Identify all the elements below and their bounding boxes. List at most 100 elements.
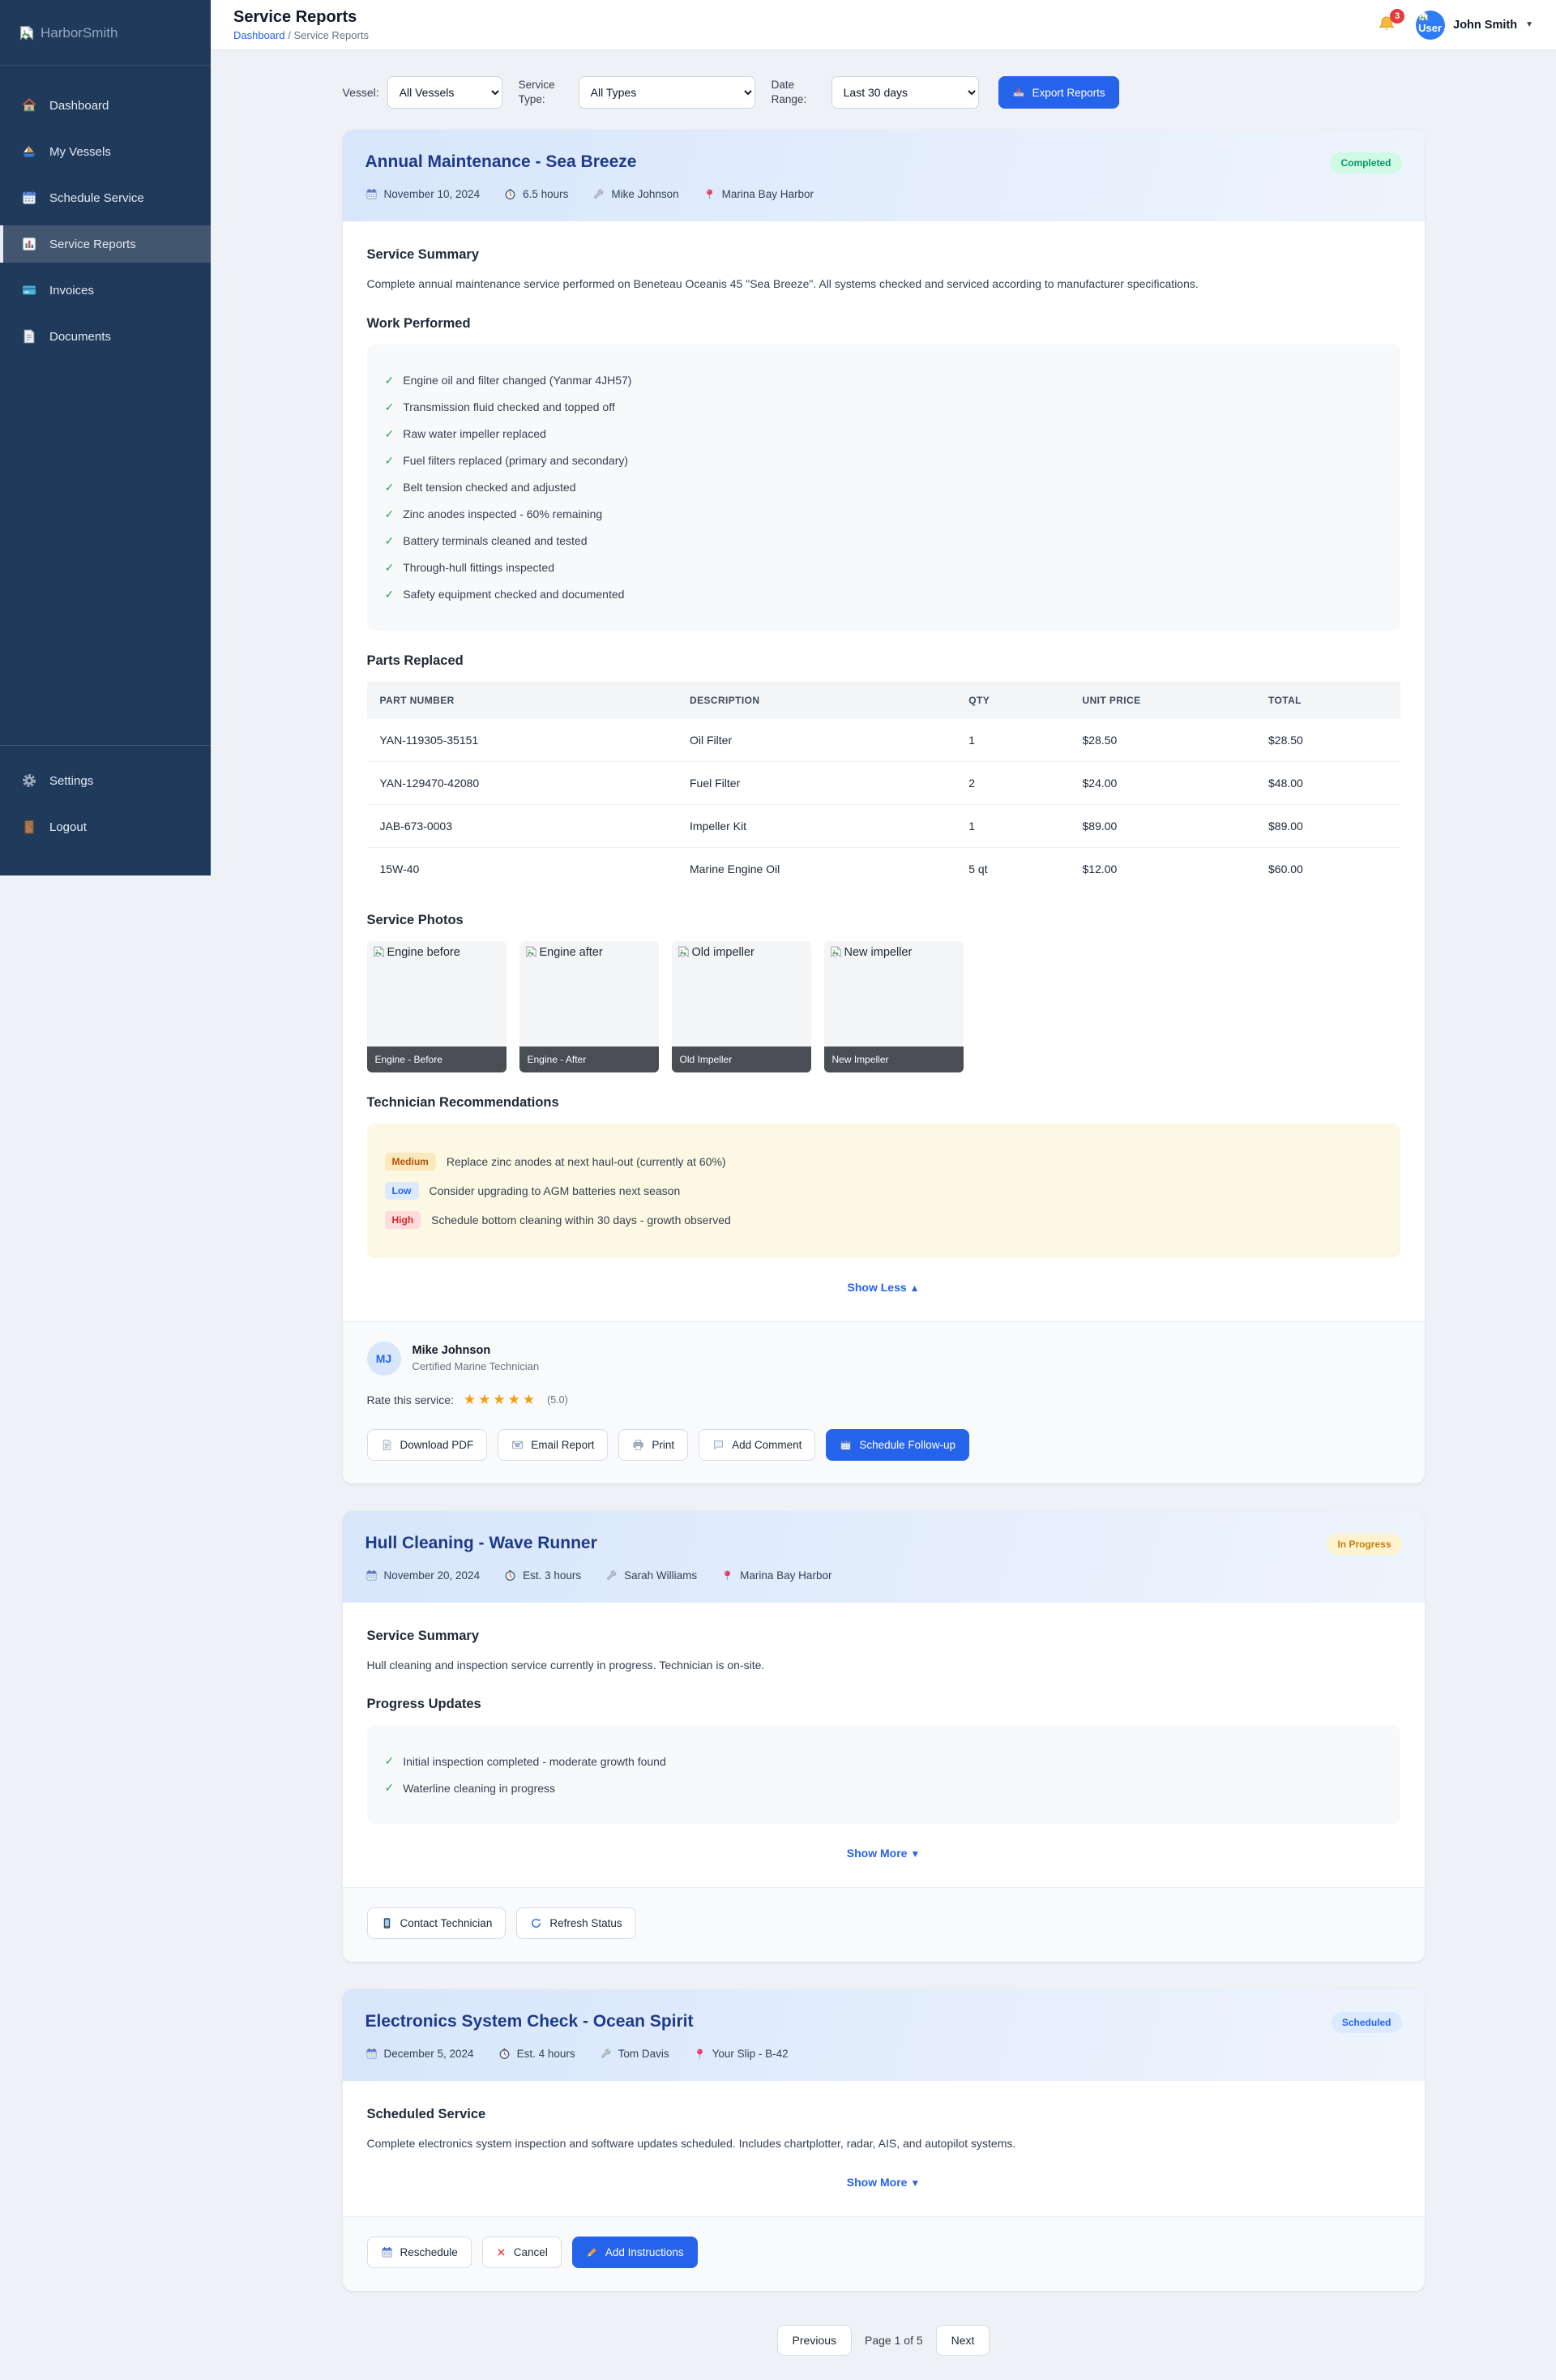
show-more-link[interactable]: Show More ▼	[367, 1847, 1400, 1860]
refresh-status-button[interactable]: Refresh Status	[516, 1907, 635, 1939]
download-pdf-button[interactable]: Download PDF	[367, 1429, 488, 1461]
calendar-icon	[21, 190, 37, 206]
sidebar-item-label: Service Reports	[49, 238, 136, 251]
sidebar-item-my-vessels[interactable]: My Vessels	[0, 133, 211, 170]
previous-page-button[interactable]: Previous	[777, 2325, 852, 2356]
check-icon: ✓	[385, 374, 395, 387]
sidebar-item-label: Schedule Service	[49, 191, 144, 205]
calendar-icon	[840, 1439, 852, 1451]
triangle-up-icon: ▲	[910, 1282, 920, 1294]
contact-technician-button[interactable]: Contact Technician	[367, 1907, 507, 1939]
add-instructions-button[interactable]: Add Instructions	[572, 2237, 698, 2268]
sidebar-item-documents[interactable]: Documents	[0, 318, 211, 355]
show-more-link[interactable]: Show More ▼	[367, 2176, 1400, 2189]
recommendation-text: Replace zinc anodes at next haul-out (cu…	[447, 1155, 726, 1168]
wrench-icon	[600, 2048, 612, 2060]
report-duration: Est. 3 hours	[523, 1569, 581, 1582]
report-body: Service Summary Complete annual maintena…	[343, 221, 1425, 1321]
report-header: Electronics System Check - Ocean Spirit …	[343, 1989, 1425, 2081]
report-card-electronics-check: Electronics System Check - Ocean Spirit …	[343, 1989, 1425, 2291]
comment-icon	[712, 1439, 725, 1451]
sidebar-item-invoices[interactable]: Invoices	[0, 272, 211, 309]
header-right: 3 User John Smith ▼	[1377, 11, 1533, 40]
service-type-filter-label: Service Type:	[519, 78, 571, 107]
service-type-select[interactable]: All Types	[579, 76, 755, 109]
unit-price-cell: $28.50	[1070, 719, 1256, 762]
table-row: 15W-40 Marine Engine Oil 5 qt $12.00 $60…	[367, 847, 1400, 890]
gear-icon	[21, 773, 37, 789]
service-photo[interactable]: Engine after Engine - After	[519, 941, 659, 1072]
add-comment-button[interactable]: Add Comment	[699, 1429, 815, 1461]
sidebar-item-logout[interactable]: Logout	[0, 808, 211, 845]
stopwatch-icon	[504, 188, 516, 200]
action-buttons: Download PDF Email Report Print Add Comm…	[367, 1429, 1400, 1461]
status-badge: Completed	[1330, 152, 1401, 173]
date-range-select[interactable]: Last 30 days	[831, 76, 979, 109]
service-summary-text: Hull cleaning and inspection service cur…	[367, 1657, 1400, 1675]
star-rating[interactable]: ★★★★★	[464, 1392, 537, 1408]
unit-price-cell: $24.00	[1070, 761, 1256, 804]
document-icon	[21, 328, 37, 345]
service-photo[interactable]: Engine before Engine - Before	[367, 941, 507, 1072]
show-less-link[interactable]: Show Less ▲	[367, 1281, 1400, 1294]
user-name: John Smith	[1453, 19, 1517, 32]
technician-info: MJ Mike Johnson Certified Marine Technic…	[367, 1342, 1400, 1376]
rating-row: Rate this service: ★★★★★ (5.0)	[367, 1392, 1400, 1408]
broken-photo: Old impeller	[672, 941, 811, 1047]
email-report-button[interactable]: Email Report	[498, 1429, 608, 1461]
schedule-follow-up-button[interactable]: Schedule Follow-up	[826, 1429, 969, 1461]
report-footer: Reschedule Cancel Add Instructions	[343, 2216, 1425, 2291]
action-buttons: Contact Technician Refresh Status	[367, 1907, 1400, 1939]
progress-item: ✓Waterline cleaning in progress	[385, 1781, 1383, 1795]
calendar-icon	[381, 2246, 393, 2258]
work-item: ✓Through-hull fittings inspected	[385, 561, 1383, 575]
priority-badge-medium: Medium	[385, 1153, 436, 1171]
service-photo[interactable]: New impeller New Impeller	[824, 941, 964, 1072]
sidebar-nav: Dashboard My Vessels Schedule Service Se…	[0, 66, 211, 355]
sidebar-item-service-reports[interactable]: Service Reports	[0, 225, 211, 263]
description-cell: Marine Engine Oil	[677, 847, 955, 890]
work-item: ✓Fuel filters replaced (primary and seco…	[385, 454, 1383, 468]
sidebar-item-schedule-service[interactable]: Schedule Service	[0, 179, 211, 216]
pin-icon	[703, 188, 716, 200]
work-item: ✓Transmission fluid checked and topped o…	[385, 400, 1383, 414]
export-reports-button[interactable]: Export Reports	[998, 76, 1119, 109]
print-button[interactable]: Print	[618, 1429, 688, 1461]
table-row: YAN-119305-35151 Oil Filter 1 $28.50 $28…	[367, 719, 1400, 762]
reschedule-button[interactable]: Reschedule	[367, 2237, 472, 2268]
breadcrumb-dashboard-link[interactable]: Dashboard	[233, 29, 285, 41]
sidebar-item-label: Logout	[49, 820, 87, 834]
section-heading-service-photos: Service Photos	[367, 913, 1400, 928]
report-duration: Est. 4 hours	[517, 2048, 575, 2060]
service-photo[interactable]: Old impeller Old Impeller	[672, 941, 811, 1072]
work-item: ✓Engine oil and filter changed (Yanmar 4…	[385, 374, 1383, 387]
vessel-select[interactable]: All Vessels	[387, 76, 502, 109]
printer-icon	[632, 1439, 644, 1451]
sidebar-item-settings[interactable]: Settings	[0, 762, 211, 799]
work-item: ✓Belt tension checked and adjusted	[385, 481, 1383, 494]
priority-badge-low: Low	[385, 1182, 419, 1200]
unit-price-cell: $12.00	[1070, 847, 1256, 890]
next-page-button[interactable]: Next	[936, 2325, 990, 2356]
broken-image-icon	[829, 945, 843, 959]
notifications-button[interactable]: 3	[1377, 15, 1398, 36]
pin-icon	[694, 2048, 706, 2060]
calendar-icon	[365, 188, 378, 200]
report-technician: Sarah Williams	[624, 1569, 697, 1582]
part-number-cell: YAN-129470-42080	[367, 761, 678, 804]
total-cell: $28.50	[1255, 719, 1400, 762]
date-range-filter-label: Date Range:	[772, 78, 823, 107]
sidebar-item-dashboard[interactable]: Dashboard	[0, 87, 211, 124]
bar-chart-icon	[21, 236, 37, 252]
total-cell: $89.00	[1255, 804, 1400, 847]
report-body: Scheduled Service Complete electronics s…	[343, 2081, 1425, 2216]
photo-caption: Engine - Before	[367, 1047, 507, 1072]
cancel-button[interactable]: Cancel	[482, 2237, 562, 2268]
user-menu[interactable]: User John Smith ▼	[1416, 11, 1533, 40]
photo-caption: Engine - After	[519, 1047, 659, 1072]
sidebar-item-label: My Vessels	[49, 145, 111, 159]
page-status: Page 1 of 5	[865, 2334, 923, 2347]
breadcrumb: Dashboard / Service Reports	[233, 29, 369, 41]
report-date: November 10, 2024	[384, 188, 481, 200]
report-footer: MJ Mike Johnson Certified Marine Technic…	[343, 1321, 1425, 1483]
